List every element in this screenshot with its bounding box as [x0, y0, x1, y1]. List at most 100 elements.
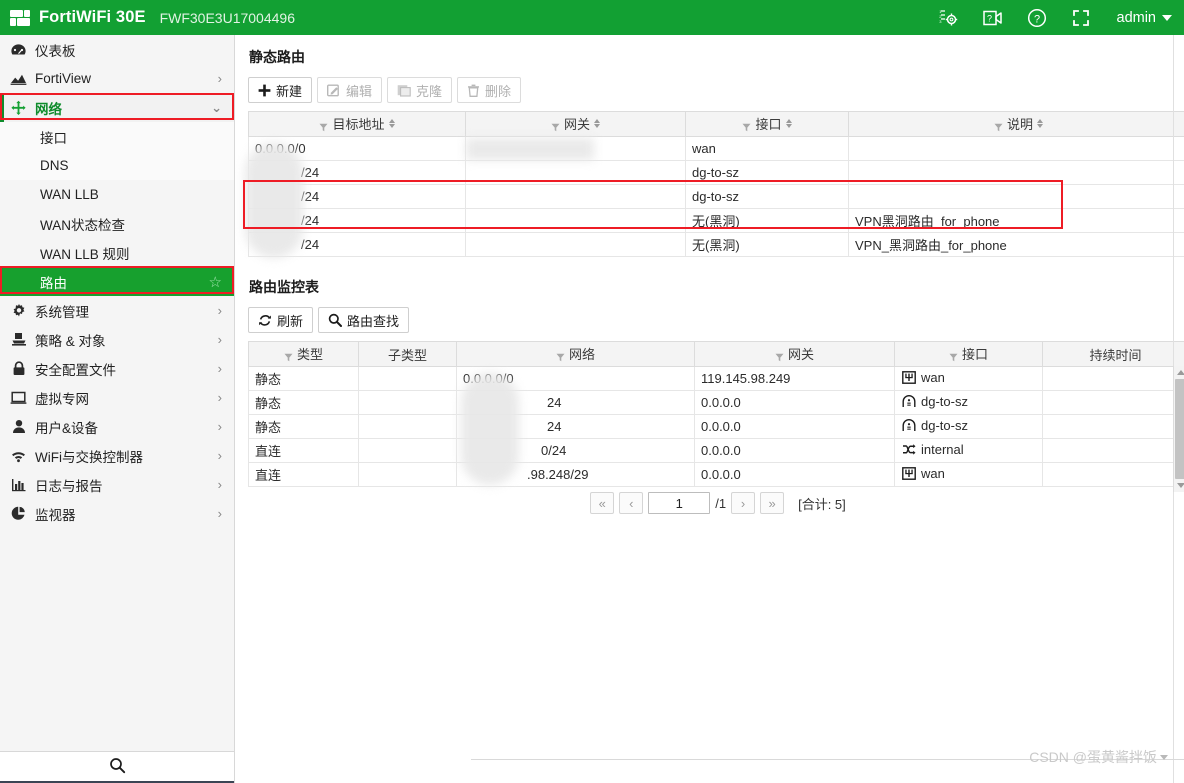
table-row[interactable]: /24 无(黑洞) VPN黑洞路由_for_phone [248, 208, 1184, 233]
sidebar-search-button[interactable] [0, 751, 234, 781]
sidebar-item-label: WAN状态检查 [40, 217, 125, 233]
column-header-network[interactable]: 网络 [456, 341, 695, 367]
sidebar-item-label: WAN LLB 规则 [40, 246, 130, 262]
sidebar-item-vpn[interactable]: 虚拟专网 › [0, 383, 234, 412]
cell-subtype [358, 366, 457, 391]
cell-uptime [1042, 390, 1184, 415]
route-monitor-scrollbar[interactable] [1173, 366, 1184, 492]
column-header-interface[interactable]: 接口 [894, 341, 1043, 367]
button-label: 编辑 [346, 83, 373, 99]
lock-icon [9, 360, 28, 377]
table-row[interactable]: 静态 0.0.0.0/0 119.145.98.249 wan [248, 366, 1184, 391]
column-label: 目标地址 [332, 117, 385, 132]
filter-funnel-icon[interactable] [556, 350, 565, 362]
column-label: 网关 [563, 117, 590, 132]
sidebar-item-wifi-switch-controller[interactable]: WiFi与交换控制器 › [0, 441, 234, 470]
filter-funnel-icon[interactable] [994, 120, 1003, 132]
cell-subtype [358, 390, 457, 415]
column-header-subtype[interactable]: 子类型 [358, 341, 457, 367]
sidebar-item-user-device[interactable]: 用户&设备 › [0, 412, 234, 441]
filter-funnel-icon[interactable] [949, 350, 958, 362]
column-header-comments[interactable]: 说明 [848, 111, 1184, 137]
settings-gear-icon[interactable]: 1 2 3 [937, 6, 961, 30]
interface-name: wan [921, 466, 945, 481]
pager-page-input[interactable] [648, 492, 711, 514]
column-header-gateway[interactable]: 网关 [465, 111, 686, 137]
cell-network: .98.248/29 [456, 462, 695, 487]
sidebar-item-wan-llb[interactable]: WAN LLB [0, 180, 234, 209]
sidebar-item-label: 系统管理 [35, 304, 89, 320]
create-new-button[interactable]: 新建 [248, 77, 313, 103]
fortiview-icon [9, 70, 28, 87]
sidebar-item-wan-status-check[interactable]: WAN状态检查 [0, 209, 234, 238]
pager-last-button[interactable]: » [760, 492, 785, 514]
clone-button[interactable]: 克隆 [387, 77, 453, 103]
cell-type: 直连 [248, 462, 359, 487]
sidebar-item-fortiview[interactable]: FortiView › [0, 64, 234, 93]
cell-comments: VPN_黑洞路由_for_phone [848, 232, 1184, 257]
sidebar-item-wan-llb-rules[interactable]: WAN LLB 规则 [0, 238, 234, 267]
sidebar-item-interfaces[interactable]: 接口 [0, 122, 234, 151]
refresh-button[interactable]: 刷新 [248, 307, 314, 333]
column-label: 网关 [787, 347, 814, 362]
filter-funnel-icon[interactable] [319, 120, 328, 132]
pager-first-button[interactable]: « [590, 492, 615, 514]
help-question-icon[interactable]: ? [1025, 6, 1049, 30]
delete-button[interactable]: 删除 [457, 77, 522, 103]
sidebar-item-security-profiles[interactable]: 安全配置文件 › [0, 354, 234, 383]
sidebar-item-label: 用户&设备 [35, 420, 99, 436]
table-row[interactable]: 静态 24 0.0.0.0 dg-to-sz [248, 390, 1184, 415]
filter-funnel-icon[interactable] [742, 120, 751, 132]
sidebar-item-dashboard[interactable]: 仪表板 [0, 35, 234, 64]
sidebar-item-label: 虚拟专网 [35, 391, 89, 407]
table-row[interactable]: /24 dg-to-sz [248, 160, 1184, 185]
sidebar-item-dns[interactable]: DNS [0, 151, 234, 180]
chart-bar-icon [9, 476, 28, 493]
fullscreen-icon[interactable] [1069, 6, 1093, 30]
cell-network: 24 [456, 390, 695, 415]
route-lookup-button[interactable]: 路由查找 [318, 307, 410, 333]
table-row[interactable]: /24 无(黑洞) VPN_黑洞路由_for_phone [248, 232, 1184, 257]
filter-funnel-icon[interactable] [775, 350, 784, 362]
sidebar-item-network[interactable]: 网络 ⌄ [0, 93, 234, 122]
video-help-icon[interactable]: ? [981, 6, 1005, 30]
scrollbar-thumb[interactable] [1175, 379, 1184, 479]
admin-user-menu[interactable]: admin [1117, 10, 1172, 26]
table-row[interactable]: 静态 24 0.0.0.0 dg-to-sz [248, 414, 1184, 439]
pager-next-button[interactable]: › [731, 492, 756, 514]
column-header-destination[interactable]: 目标地址 [248, 111, 466, 137]
sort-arrows-icon[interactable] [388, 119, 395, 128]
scroll-down-arrow-icon[interactable] [1174, 479, 1184, 492]
edit-button[interactable]: 编辑 [317, 77, 383, 103]
sidebar-item-static-routes[interactable]: 路由 ☆ [0, 267, 234, 296]
sidebar-item-monitor[interactable]: 监视器 › [0, 499, 234, 528]
clone-icon [397, 84, 411, 97]
sort-arrows-icon[interactable] [594, 119, 600, 128]
table-row[interactable]: 直连 0/24 0.0.0.0 internal [248, 438, 1184, 463]
column-header-interface[interactable]: 接口 [685, 111, 849, 137]
route-monitor-panel-title: 路由监控表 [249, 279, 319, 295]
sidebar-item-system[interactable]: 系统管理 › [0, 296, 234, 325]
scroll-up-arrow-icon[interactable] [1174, 366, 1184, 379]
column-header-uptime[interactable]: 持续时间 [1042, 341, 1184, 367]
table-row[interactable]: 直连 .98.248/29 0.0.0.0 wan [248, 462, 1184, 487]
filter-funnel-icon[interactable] [551, 120, 560, 132]
table-row[interactable]: 0.0.0.0/0 wan [248, 136, 1184, 161]
pager-prev-button[interactable]: ‹ [619, 492, 644, 514]
sidebar-chevron: › [217, 506, 222, 521]
favorite-star-icon[interactable]: ☆ [209, 273, 222, 291]
sort-arrows-icon[interactable] [785, 119, 792, 128]
filter-funnel-icon[interactable] [284, 350, 293, 362]
cell-uptime [1042, 366, 1184, 391]
cell-uptime [1042, 462, 1184, 487]
button-label: 新建 [276, 83, 303, 99]
sidebar-item-label: FortiView [35, 71, 92, 86]
column-header-type[interactable]: 类型 [248, 341, 359, 367]
column-header-gateway[interactable]: 网关 [694, 341, 895, 367]
sort-arrows-icon[interactable] [1037, 119, 1043, 128]
chevron-down-icon: ⌄ [211, 100, 222, 115]
sidebar-item-policy-objects[interactable]: 策略 & 对象 › [0, 325, 234, 354]
svg-text:3: 3 [939, 19, 942, 24]
sidebar-item-log-report[interactable]: 日志与报告 › [0, 470, 234, 499]
table-row[interactable]: /24 dg-to-sz [248, 184, 1184, 209]
